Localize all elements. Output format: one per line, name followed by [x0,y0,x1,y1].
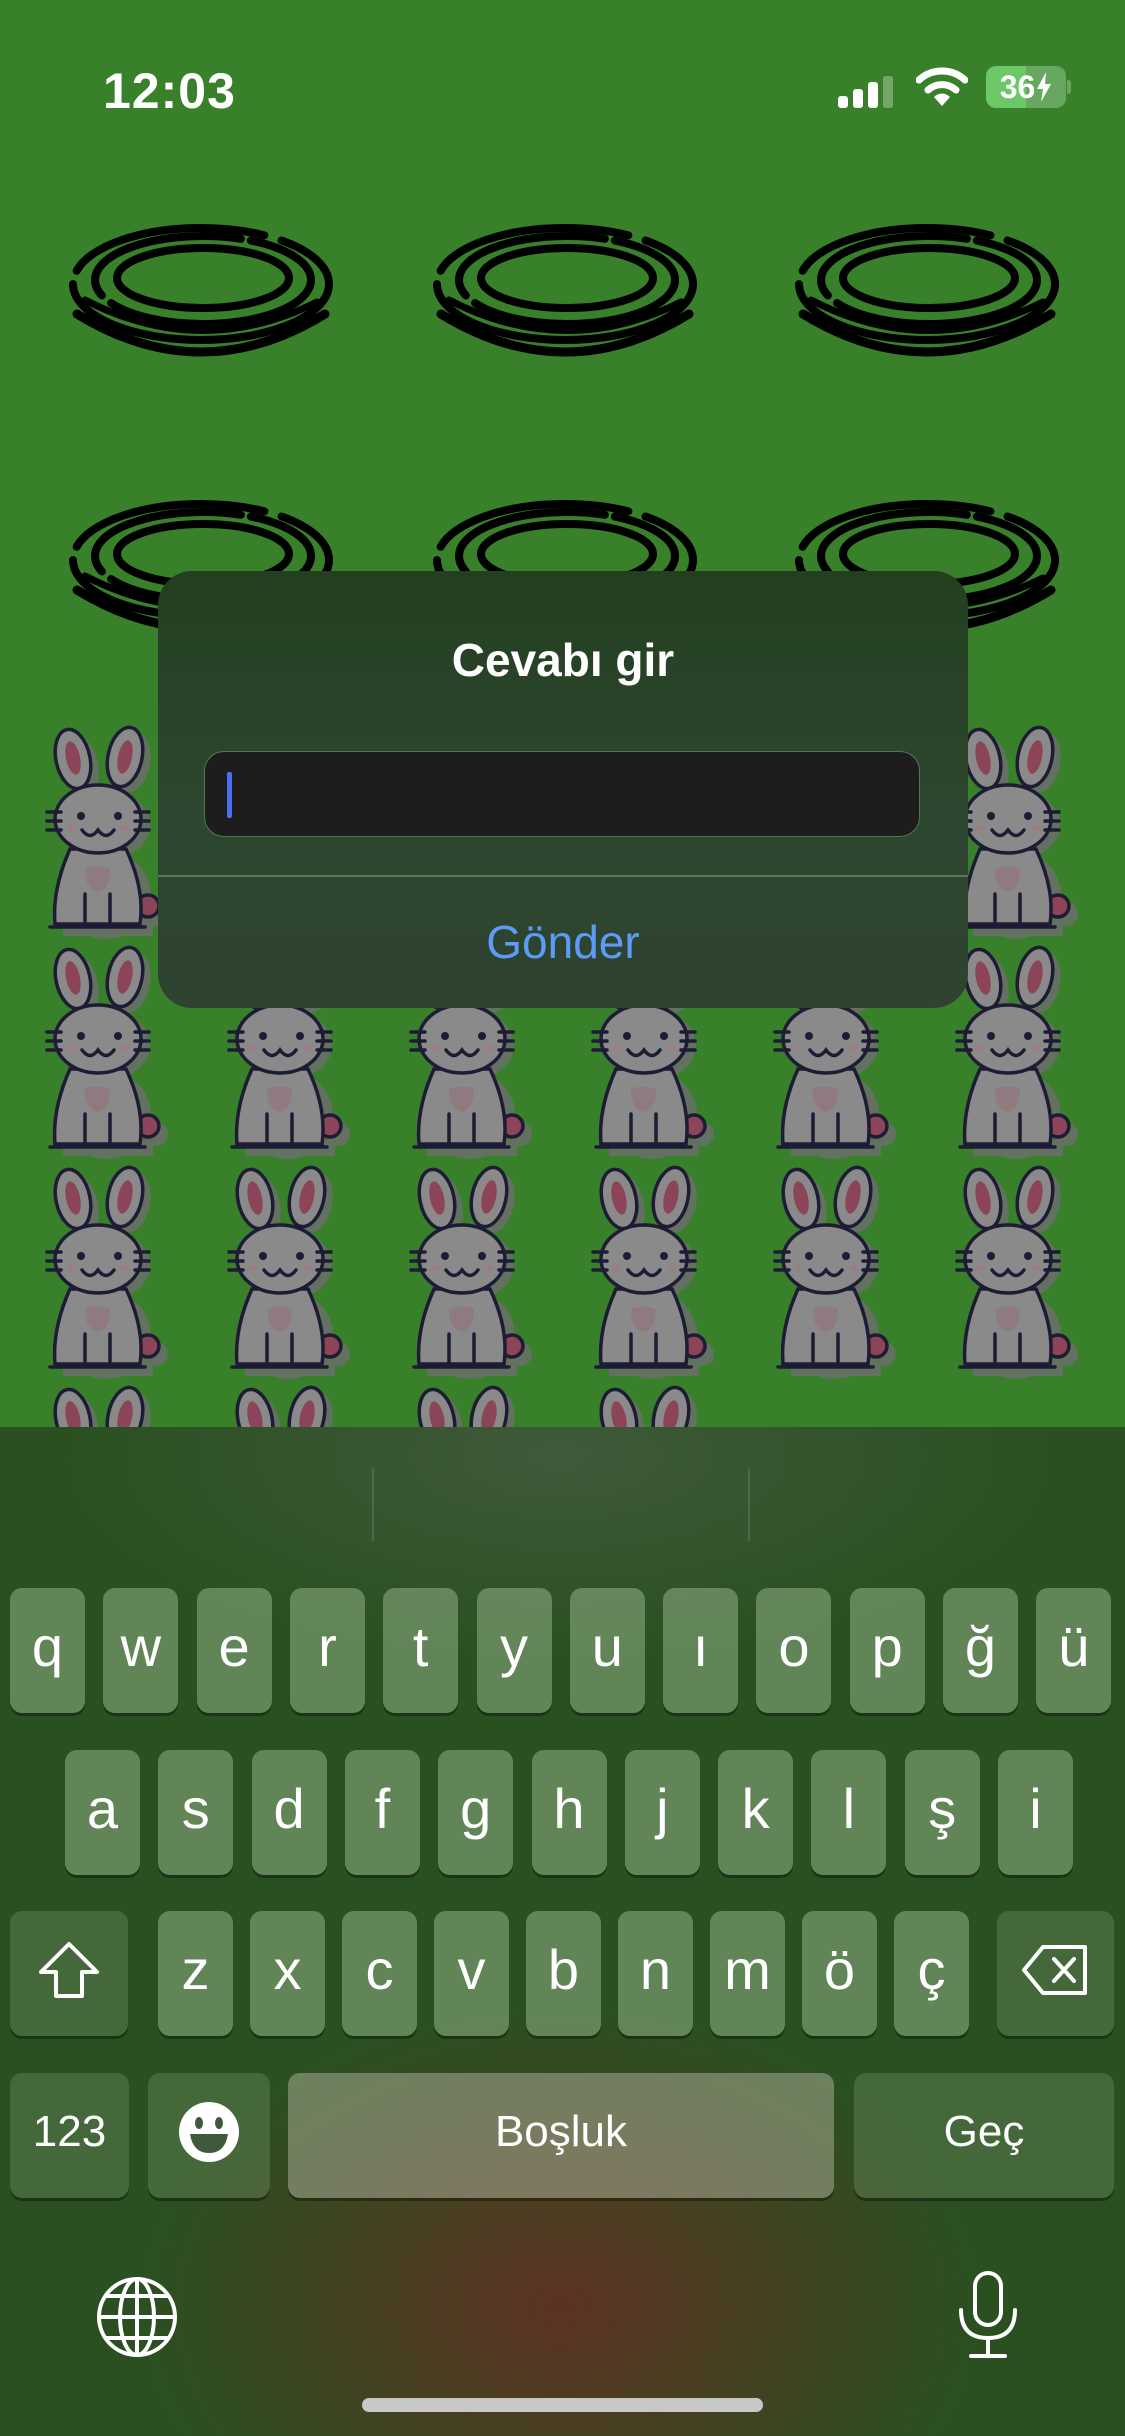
key-a[interactable]: a [65,1750,140,1875]
return-key[interactable]: Geç [854,2073,1114,2198]
key-m[interactable]: m [710,1911,785,2036]
key-t[interactable]: t [383,1588,459,1713]
key-l[interactable]: l [811,1750,887,1875]
key-r[interactable]: r [289,1588,365,1713]
key-g[interactable]: g [438,1750,514,1875]
shift-key[interactable] [10,1911,128,2036]
key-e[interactable]: e [196,1588,272,1713]
globe-icon[interactable] [96,2276,178,2358]
key-ğ[interactable]: ğ [943,1588,1018,1713]
numbers-key[interactable]: 123 [10,2073,129,2198]
suggestion-divider [748,1469,750,1541]
answer-input[interactable] [204,751,920,837]
emoji-icon [179,2101,239,2162]
answer-dialog: Cevabı gir Gönder [158,571,968,1008]
send-button[interactable]: Gönder [158,875,968,1008]
key-q[interactable]: q [10,1588,85,1713]
bunny-icon [45,1164,170,1381]
bunny-icon [409,1164,534,1381]
key-x[interactable]: x [250,1911,325,2036]
key-s[interactable]: s [158,1750,234,1875]
shift-icon [39,1941,99,1998]
key-ş[interactable]: ş [904,1750,980,1875]
ring-icon [789,222,1065,362]
key-ö[interactable]: ö [802,1911,877,2036]
emoji-key[interactable] [148,2073,270,2198]
status-time: 12:03 [103,63,236,119]
key-d[interactable]: d [251,1750,327,1875]
key-p[interactable]: p [849,1588,925,1713]
key-f[interactable]: f [344,1750,420,1875]
key-k[interactable]: k [718,1750,794,1875]
ring-icon [427,222,703,362]
bunny-icon [591,1164,716,1381]
key-z[interactable]: z [158,1911,233,2036]
key-u[interactable]: u [569,1588,645,1713]
space-key[interactable]: Boşluk [288,2073,834,2198]
key-c[interactable]: c [342,1911,417,2036]
backspace-key[interactable] [997,1911,1114,2036]
wifi-icon [916,67,968,106]
text-caret [227,772,232,818]
key-ı[interactable]: ı [663,1588,739,1713]
bunny-icon [227,1164,352,1381]
key-ç[interactable]: ç [894,1911,969,2036]
bunny-icon [955,1164,1080,1381]
ring-icon [63,222,339,362]
key-n[interactable]: n [618,1911,693,2036]
key-w[interactable]: w [103,1588,179,1713]
dialog-title: Cevabı gir [451,634,675,686]
charging-bolt-icon [1037,72,1052,102]
microphone-icon[interactable] [955,2270,1021,2360]
key-j[interactable]: j [624,1750,700,1875]
key-h[interactable]: h [531,1750,607,1875]
home-indicator[interactable] [362,2398,763,2412]
suggestion-divider [372,1469,374,1541]
key-y[interactable]: y [476,1588,552,1713]
key-v[interactable]: v [434,1911,509,2036]
signal-icon [838,76,893,108]
bunny-icon [773,1164,898,1381]
key-b[interactable]: b [526,1911,601,2036]
battery-indicator: 36 [986,66,1066,108]
key-i[interactable]: i [998,1750,1073,1875]
backspace-icon [1021,1944,1087,1995]
battery-cap [1067,80,1071,94]
key-o[interactable]: o [756,1588,832,1713]
key-ü[interactable]: ü [1036,1588,1112,1713]
battery-level: 36 [999,68,1036,105]
